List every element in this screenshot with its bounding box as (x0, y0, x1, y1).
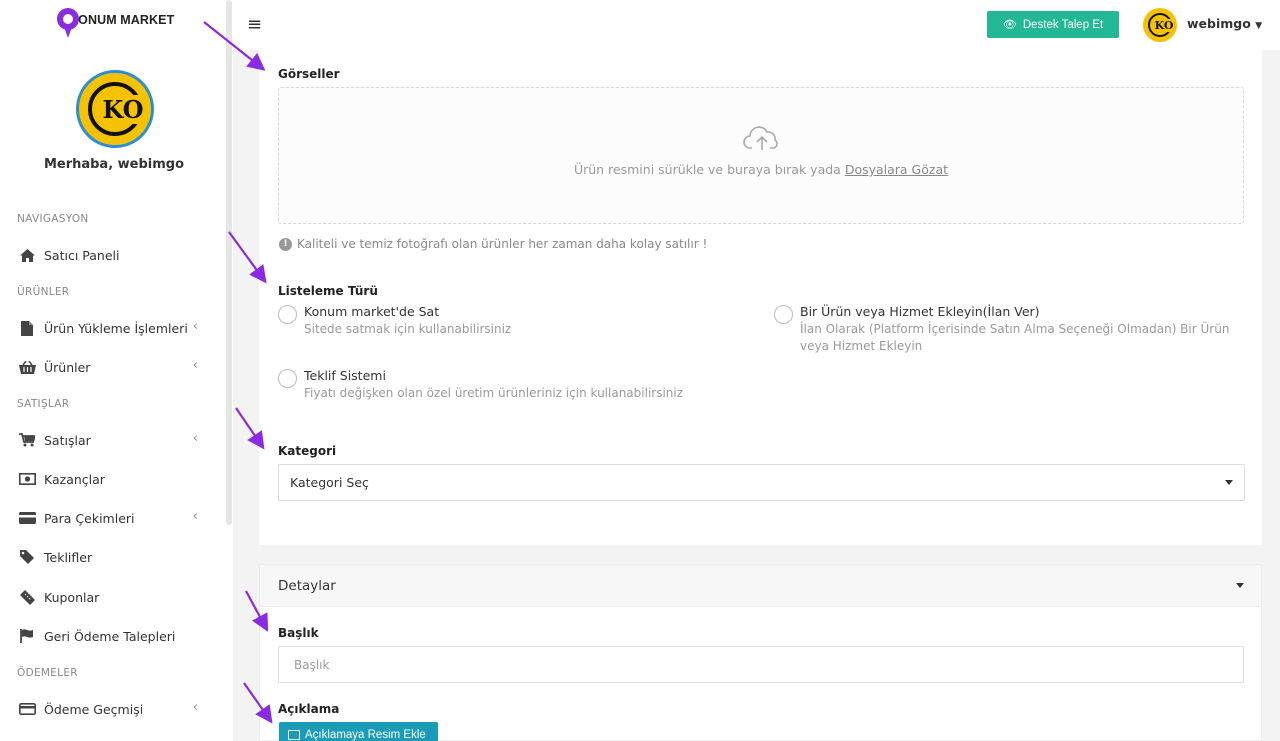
sidebar-item-sales[interactable]: Satışlar ‹ (0, 422, 226, 458)
chevron-left-icon: ‹ (192, 509, 198, 524)
sidebar-item-coupons[interactable]: Kuponlar (0, 579, 226, 615)
user-avatar[interactable]: KO (1143, 8, 1177, 42)
radio-sell-on-market[interactable]: Konum market'de Sat Sitede satmak için k… (278, 304, 738, 338)
sidebar-item-product-upload[interactable]: Ürün Yükleme İşlemleri ‹ (0, 310, 226, 346)
nav-heading-navigation: NAVIGASYON (17, 213, 89, 225)
images-label: Görseller (278, 67, 340, 81)
nav-heading-products: ÜRÜNLER (17, 286, 70, 298)
image-icon (288, 730, 300, 740)
info-icon: ! (279, 237, 292, 251)
brand-name: KONUM MARKET (69, 13, 175, 27)
sidebar-item-products[interactable]: Ürünler ‹ (0, 349, 226, 385)
title-label: Başlık (278, 626, 319, 640)
sidebar-item-earnings[interactable]: Kazançlar (0, 461, 226, 497)
tag-icon (18, 548, 36, 566)
details-header[interactable]: Detaylar (260, 565, 1261, 607)
support-request-button[interactable]: 👁 Destek Talep Et (987, 11, 1119, 38)
radio-add-listing[interactable]: Bir Ürün veya Hizmet Ekleyin(İlan Ver) İ… (774, 304, 1234, 355)
category-label: Kategori (278, 444, 337, 458)
sidebar-item-withdrawals[interactable]: Para Çekimleri ‹ (0, 500, 226, 536)
credit-card-icon (18, 700, 36, 718)
image-quality-hint: ! Kaliteli ve temiz fotoğrafı olan ürünl… (279, 237, 707, 251)
radio-offer-system[interactable]: Teklif Sistemi Fiyatı değişken olan özel… (278, 368, 738, 402)
sidebar-scrollbar[interactable] (226, 0, 232, 525)
basket-icon (18, 358, 36, 376)
topbar: ≡ 👁 Destek Talep Et KO webimgo ▼ (233, 0, 1280, 50)
browse-files-link[interactable]: Dosyalara Gözat (845, 162, 948, 177)
caret-down-icon: ▼ (1255, 21, 1263, 31)
avatar[interactable]: KO (76, 70, 154, 148)
location-pin-icon (57, 8, 79, 40)
add-image-to-description-button[interactable]: Açıklamaya Resim Ekle (279, 722, 438, 741)
caret-down-icon (1225, 480, 1233, 485)
sidebar-item-seller-panel[interactable]: Satıcı Paneli (0, 237, 226, 273)
user-menu[interactable]: webimgo ▼ (1187, 16, 1262, 31)
dropzone-text: Ürün resmini sürükle ve buraya bırak yad… (573, 162, 949, 177)
sidebar-item-offers[interactable]: Teklifler (0, 539, 226, 575)
chevron-left-icon: ‹ (192, 431, 198, 446)
title-input[interactable] (278, 646, 1244, 683)
caret-down-icon (1236, 583, 1244, 588)
sidebar: KONUM MARKET KO Merhaba, webimgo NAVIGAS… (0, 0, 233, 741)
ticket-icon (18, 588, 36, 606)
listing-type-label: Listeleme Türü (278, 284, 378, 298)
credit-card-icon (18, 509, 36, 527)
sidebar-item-refund-requests[interactable]: Geri Ödeme Talepleri (0, 618, 226, 654)
flag-icon (18, 627, 36, 645)
money-icon (18, 470, 36, 488)
category-select[interactable]: Kategori Seç (278, 464, 1245, 501)
cart-icon (18, 431, 36, 449)
cloud-upload-icon (743, 126, 778, 150)
radio-button[interactable] (278, 305, 297, 324)
home-icon (18, 246, 36, 264)
menu-toggle-icon[interactable]: ≡ (247, 14, 262, 35)
sidebar-item-payment-history[interactable]: Ödeme Geçmişi ‹ (0, 691, 226, 727)
nav-heading-payments: ÖDEMELER (17, 667, 78, 679)
chevron-left-icon: ‹ (192, 319, 198, 334)
file-icon (18, 319, 36, 337)
description-label: Açıklama (278, 702, 340, 716)
chevron-left-icon: ‹ (192, 700, 198, 715)
image-dropzone[interactable]: Ürün resmini sürükle ve buraya bırak yad… (278, 87, 1244, 224)
radio-button[interactable] (774, 305, 793, 324)
radio-button[interactable] (278, 369, 297, 388)
brand-logo[interactable]: KONUM MARKET (57, 8, 174, 40)
chevron-left-icon: ‹ (192, 358, 198, 373)
eye-icon: 👁 (1002, 19, 1017, 31)
nav-heading-sales: SATIŞLAR (17, 398, 70, 410)
greeting: Merhaba, webimgo (43, 157, 185, 172)
